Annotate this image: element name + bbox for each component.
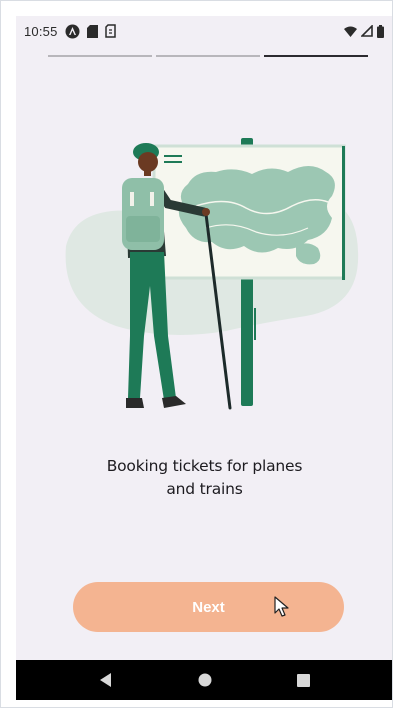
home-button[interactable] [185,665,225,695]
headline-line-1: Booking tickets for planes [106,457,303,475]
recents-button[interactable] [284,665,324,695]
home-icon [198,673,212,687]
android-auto-icon [65,24,80,39]
system-nav-bar [16,660,393,700]
onboarding-progress [48,55,368,57]
status-bar: 10:55 [16,16,393,46]
signal-icon [361,25,373,37]
next-button[interactable]: Next [73,582,344,632]
progress-step-2 [156,55,260,57]
sim-icon [104,24,116,38]
progress-step-3 [264,55,368,57]
back-icon [99,673,112,687]
wifi-icon [344,26,357,37]
headline-line-2: and trains [166,480,243,498]
sd-card-icon [86,24,98,38]
mouse-cursor-icon [274,596,290,618]
recents-icon [297,673,310,687]
progress-step-1 [48,55,152,57]
status-right [344,24,384,38]
battery-icon [377,24,384,38]
back-button[interactable] [86,665,126,695]
traveler-with-map-illustration [56,136,366,426]
device-screen: 10:55 Booking tickets for planes and tra… [16,16,393,700]
status-time: 10:55 [24,23,58,39]
status-left: 10:55 [24,24,116,39]
onboarding-headline: Booking tickets for planes and trains [16,455,393,501]
